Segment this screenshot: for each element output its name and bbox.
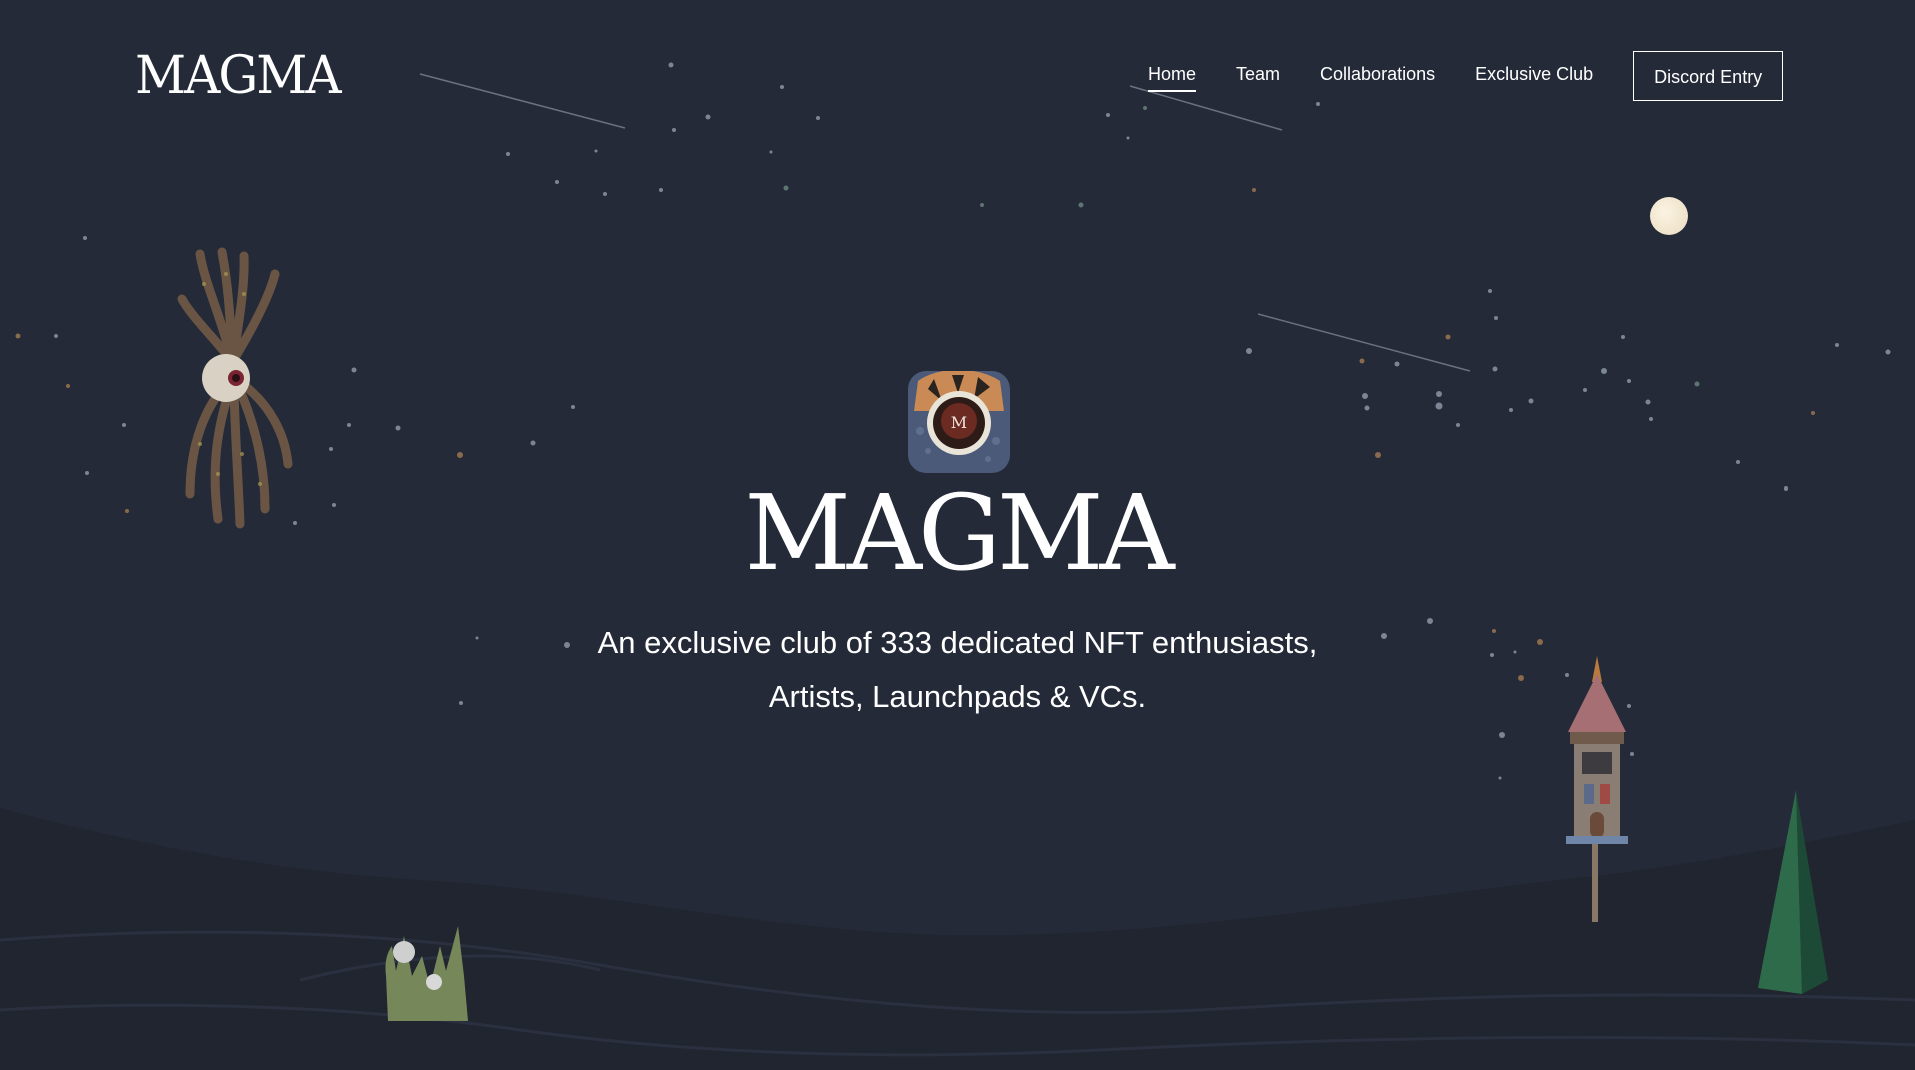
site-logo[interactable]: MAGMA [135, 46, 342, 106]
hero-tagline: An exclusive club of 333 dedicated NFT e… [0, 616, 1915, 724]
crystal-illustration [1758, 790, 1828, 994]
magma-badge-icon: M [908, 371, 1010, 473]
coral-illustration [385, 926, 468, 1021]
nav-link-collaborations[interactable]: Collaborations [1320, 60, 1435, 92]
discord-entry-button[interactable]: Discord Entry [1633, 51, 1784, 101]
nav-link-team[interactable]: Team [1236, 60, 1280, 92]
nav-link-home[interactable]: Home [1148, 60, 1197, 92]
nav-link-exclusive-club[interactable]: Exclusive Club [1475, 60, 1593, 92]
hero-tagline-line-1: An exclusive club of 333 dedicated NFT e… [597, 625, 1318, 660]
main-nav: Home Team Collaborations Exclusive Club … [1148, 50, 1784, 102]
hero-tagline-line-2: Artists, Launchpads & VCs. [768, 679, 1147, 714]
svg-text:M: M [951, 413, 967, 432]
moon-icon [1650, 197, 1688, 235]
hero-title: MAGMA [744, 472, 1174, 594]
shooting-star [419, 73, 626, 129]
